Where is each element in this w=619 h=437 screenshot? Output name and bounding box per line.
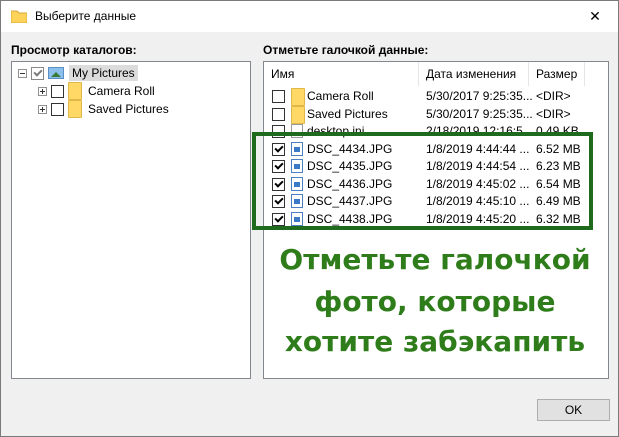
title-bar: Выберите данные ✕ <box>1 1 618 32</box>
column-header-size[interactable]: Размер <box>536 62 577 86</box>
column-divider[interactable] <box>528 62 529 86</box>
tree-item-label: My Pictures <box>69 65 138 81</box>
tree-item-label: Camera Roll <box>88 84 155 98</box>
file-date: 5/30/2017 9:25:35... <box>426 106 533 121</box>
file-row[interactable]: Camera Roll 5/30/2017 9:25:35... <DIR> <box>264 88 594 106</box>
column-divider[interactable] <box>584 62 585 86</box>
folder-tree[interactable]: My Pictures Camera Roll Saved Pictures <box>11 61 251 379</box>
file-size: <DIR> <box>536 89 571 103</box>
dialog-window: Выберите данные ✕ Просмотр каталогов: My… <box>0 0 619 437</box>
file-date: 5/30/2017 9:25:35... <box>426 89 533 103</box>
column-header-date[interactable]: Дата изменения <box>426 62 516 86</box>
instruction-line-1: Отметьте галочкой <box>279 243 591 276</box>
window-title: Выберите данные <box>35 9 137 23</box>
file-checkbox[interactable] <box>272 107 285 121</box>
folder-icon <box>11 10 27 23</box>
file-row[interactable]: Saved Pictures 5/30/2017 9:25:35... <DIR> <box>264 105 594 124</box>
expand-icon[interactable] <box>38 104 47 114</box>
close-icon: ✕ <box>589 8 601 24</box>
folder-icon <box>291 88 305 106</box>
tree-item-my-pictures[interactable]: My Pictures <box>18 64 138 82</box>
close-button[interactable]: ✕ <box>572 1 618 32</box>
folder-icon <box>68 100 82 118</box>
column-header-name[interactable]: Имя <box>271 62 294 86</box>
instruction-line-2: фото, которые <box>314 285 556 318</box>
ok-button[interactable]: OK <box>537 399 610 421</box>
tree-item-camera-roll[interactable]: Camera Roll <box>38 82 155 100</box>
instruction-line-3: хотите забэкапить <box>284 325 586 358</box>
file-size: <DIR> <box>536 106 571 121</box>
column-divider[interactable] <box>418 62 419 86</box>
file-checkbox[interactable] <box>272 90 285 103</box>
tree-checkbox-camera-roll[interactable] <box>51 84 64 98</box>
tree-item-label: Saved Pictures <box>88 102 169 116</box>
folder-icon <box>68 82 82 100</box>
file-name: Camera Roll <box>307 89 374 103</box>
expand-icon[interactable] <box>38 86 47 96</box>
collapse-icon[interactable] <box>18 68 27 78</box>
catalog-browser-label: Просмотр каталогов: <box>11 43 137 57</box>
folder-icon <box>291 105 305 124</box>
pictures-library-icon <box>48 67 64 79</box>
tree-checkbox-my-pictures[interactable] <box>31 66 44 80</box>
tree-checkbox-saved-pictures[interactable] <box>51 102 64 116</box>
tree-item-saved-pictures[interactable]: Saved Pictures <box>38 100 169 118</box>
select-data-label: Отметьте галочкой данные: <box>263 43 429 57</box>
file-name: Saved Pictures <box>307 106 388 121</box>
highlight-frame <box>252 132 593 230</box>
